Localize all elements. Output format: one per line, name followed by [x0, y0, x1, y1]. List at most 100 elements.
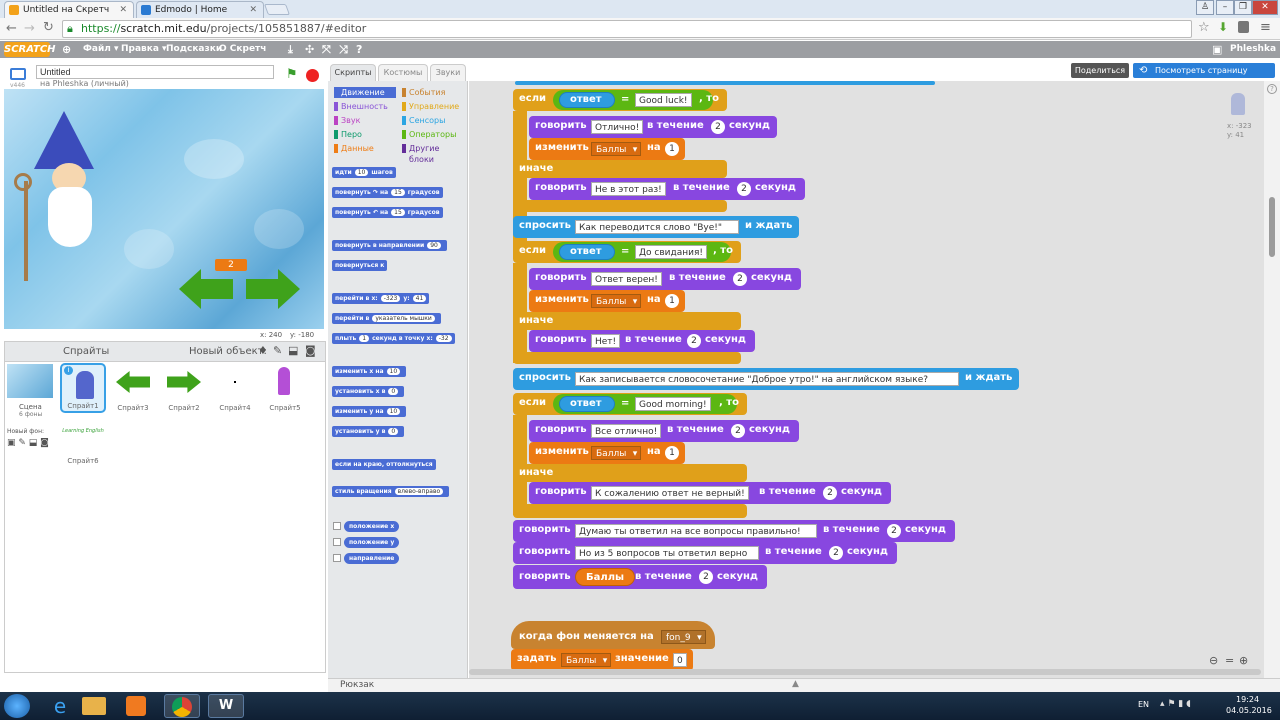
change-value[interactable]: 1	[665, 294, 679, 308]
help-circle-icon[interactable]: ?	[1267, 84, 1277, 94]
block-value[interactable]: указатель мышки	[372, 315, 435, 322]
scratch-logo[interactable]: SCRATCH	[4, 42, 56, 57]
upload-sprite-icon[interactable]: ⬓	[288, 344, 298, 357]
green-flag-icon[interactable]: ⚑	[286, 67, 298, 82]
block-value[interactable]: 10	[386, 408, 401, 415]
if-else-block-2[interactable]: если ответ = До свидания! , то	[513, 241, 741, 263]
back-icon[interactable]: ←	[6, 21, 17, 36]
say-block[interactable]: говорить Ответ верен! в течение 2 секунд	[529, 268, 801, 290]
palette-block-0[interactable]: идти 10 шагов	[332, 167, 396, 178]
palette-block-2[interactable]: повернуть ↶ на 15 градусов	[332, 207, 443, 218]
var-dropdown[interactable]: Баллы	[561, 653, 612, 668]
stop-icon[interactable]	[306, 69, 319, 82]
backpack-bar[interactable]: Рюкзак ▲	[328, 678, 1280, 692]
menu-file[interactable]: Файл ▾	[83, 41, 119, 58]
palette-block-4[interactable]: повернуться к	[332, 260, 388, 271]
answer-value[interactable]: До свидания!	[635, 245, 707, 259]
palette-block-7[interactable]: плыть 1 секунд в точку x: -32	[332, 333, 455, 344]
category-8[interactable]: Данные	[334, 143, 396, 154]
seconds-value[interactable]: 2	[711, 120, 725, 134]
share-button[interactable]: Поделиться	[1071, 63, 1129, 78]
seconds-value[interactable]: 2	[887, 524, 901, 538]
change-var-block[interactable]: изменить Баллы на 1	[529, 290, 685, 312]
backdrop-tools-icon[interactable]: ▣ ✎ ⬓ ◙	[7, 438, 49, 448]
block-value[interactable]: 15	[391, 189, 405, 196]
backpack-expand-icon[interactable]: ▲	[792, 679, 799, 689]
question-text[interactable]: Как переводится слово "Bye!"	[575, 220, 739, 234]
url-field[interactable]: 🔒︎ https://scratch.mit.edu/projects/1058…	[62, 20, 1192, 38]
right-arrow-sprite[interactable]	[246, 269, 300, 309]
answer-value[interactable]: Good luck!	[635, 93, 692, 107]
sprite-tile-5[interactable]: Спрайт5	[262, 363, 308, 413]
say-block[interactable]: говорить Нет! в течение 2 секунд	[529, 330, 755, 352]
duplicate-icon[interactable]: ⤓	[288, 41, 293, 58]
var-dropdown[interactable]: Баллы	[591, 294, 642, 309]
if-else-block-1[interactable]: если ответ = Good luck! , то	[513, 89, 727, 111]
category-1[interactable]: События	[402, 87, 464, 98]
say-text[interactable]: Нет!	[591, 334, 621, 348]
clock-date[interactable]: 04.05.2016	[1226, 706, 1272, 715]
equals-operator[interactable]: ответ = До свидания!	[553, 242, 731, 262]
help-icon[interactable]: ?	[356, 41, 362, 58]
palette-block-12[interactable]: если на краю, оттолкнуться	[332, 459, 436, 470]
user-icon[interactable]: ♙	[1196, 0, 1214, 15]
ask-block[interactable]: спросить Как переводится слово "Bye!" и …	[513, 216, 799, 238]
sprite-tile-3[interactable]: Спрайт3	[110, 363, 156, 413]
browser-tab-scratch[interactable]: Untitled на Скретч ✕	[4, 1, 134, 18]
download-icon[interactable]: ⬇	[1218, 20, 1228, 34]
reporter-checkbox[interactable]	[333, 538, 341, 546]
say-text[interactable]: Ответ верен!	[591, 272, 662, 286]
seconds-value[interactable]: 2	[823, 486, 837, 500]
seconds-value[interactable]: 2	[829, 546, 843, 560]
block-value[interactable]: влево-вправо	[394, 488, 444, 495]
say-text[interactable]: Отлично!	[591, 120, 644, 134]
category-6[interactable]: Перо	[334, 129, 396, 140]
palette-block-11[interactable]: установить y в0	[332, 426, 405, 437]
answer-reporter[interactable]: ответ	[559, 396, 615, 412]
palette-block-13[interactable]: стиль вращения влево-вправо	[332, 486, 450, 497]
menu-edit[interactable]: Правка ▾	[121, 41, 167, 58]
block-value[interactable]: 10	[354, 169, 369, 176]
library-sprite-icon[interactable]: ♦	[258, 344, 268, 357]
tray-icons[interactable]: ▴ ⚑ ▮ ◖	[1160, 699, 1191, 709]
tab-costumes[interactable]: Костюмы	[378, 64, 428, 81]
say-block[interactable]: говорить К сожалению ответ не верный! в …	[529, 482, 891, 504]
block-value[interactable]: 0	[388, 388, 399, 395]
say-block[interactable]: говорить Отлично! в течение 2 секунд	[529, 116, 777, 138]
reload-icon[interactable]: ↻	[43, 20, 54, 35]
question-text[interactable]: Как записывается словосочетание "Доброе …	[575, 372, 959, 386]
say-block[interactable]: говорить Но из 5 вопросов ты ответил вер…	[513, 542, 897, 564]
seconds-value[interactable]: 2	[737, 182, 751, 196]
palette-block-1[interactable]: повернуть ↷ на 15 градусов	[332, 187, 443, 198]
start-button-icon[interactable]	[4, 694, 30, 718]
say-block[interactable]: говорить Все отлично! в течение 2 секунд	[529, 420, 799, 442]
clock-time[interactable]: 19:24	[1236, 695, 1259, 704]
block-value-2[interactable]: -32	[435, 335, 452, 342]
sprite-tile-6[interactable]: Learning English Спрайт6	[60, 416, 106, 466]
reporter-checkbox[interactable]	[333, 522, 341, 530]
block-value[interactable]: -323	[380, 295, 401, 302]
say-block[interactable]: говорить Думаю ты ответил на все вопросы…	[513, 520, 955, 542]
change-value[interactable]: 1	[665, 142, 679, 156]
wizard-sprite[interactable]	[12, 111, 130, 293]
change-var-block[interactable]: изменить Баллы на 1	[529, 442, 685, 464]
palette-block-3[interactable]: повернуть в направлении 90	[332, 240, 447, 251]
extension-icon[interactable]	[1238, 21, 1249, 33]
reporter-2[interactable]: направление	[344, 553, 400, 564]
media-player-icon[interactable]	[126, 696, 146, 716]
block-value[interactable]: 15	[391, 209, 405, 216]
block-value[interactable]: 1	[359, 335, 370, 342]
say-text[interactable]: Думаю ты ответил на все вопросы правильн…	[575, 524, 817, 538]
close-window-button[interactable]: ✕	[1252, 0, 1278, 15]
category-2[interactable]: Внешность	[334, 101, 396, 112]
block-value[interactable]: 0	[388, 428, 399, 435]
close-tab-icon[interactable]: ✕	[249, 2, 257, 18]
language-indicator[interactable]: EN	[1138, 700, 1149, 709]
category-0[interactable]: Движение	[334, 87, 396, 98]
tab-scripts[interactable]: Скрипты	[330, 64, 376, 81]
stage-thumbnail[interactable]	[7, 364, 53, 398]
set-value[interactable]: 0	[673, 653, 687, 667]
reporter-checkbox[interactable]	[333, 554, 341, 562]
globe-icon[interactable]: ⊕	[62, 41, 71, 58]
palette-block-8[interactable]: изменить x на 10	[332, 366, 407, 377]
